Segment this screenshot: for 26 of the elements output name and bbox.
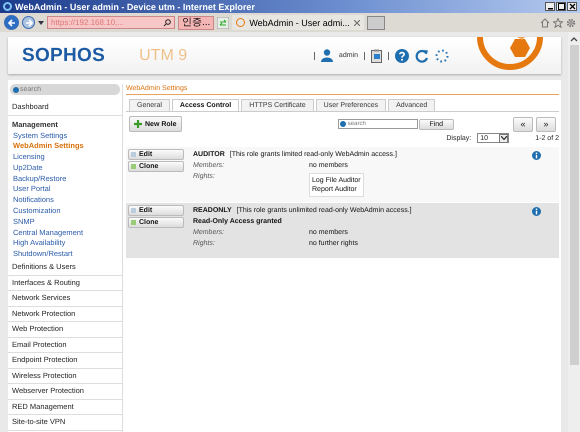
new-tab-button[interactable] bbox=[366, 16, 385, 30]
plus-icon[interactable] bbox=[134, 120, 142, 128]
info-icon[interactable] bbox=[532, 151, 541, 160]
help-icon[interactable] bbox=[395, 48, 409, 62]
refresh-icon[interactable] bbox=[415, 48, 429, 62]
browser-logo-icon bbox=[3, 2, 12, 11]
window-title: WebAdmin - User admin - Device utm - Internet Explorer bbox=[15, 2, 256, 12]
dropdown-arrow-icon[interactable] bbox=[499, 134, 508, 142]
next-page-button[interactable]: » bbox=[536, 116, 556, 132]
home-icon[interactable] bbox=[540, 18, 550, 28]
browser-tab[interactable]: WebAdmin - User admi... bbox=[232, 15, 364, 30]
loading-icon bbox=[435, 48, 449, 62]
certificate-error-button[interactable]: 인증... bbox=[178, 16, 214, 30]
dropdown-icon[interactable] bbox=[38, 20, 44, 24]
user-icon bbox=[320, 49, 333, 62]
product-name: UTM 9 bbox=[139, 46, 188, 64]
info-icon[interactable] bbox=[532, 207, 541, 216]
settings-icon[interactable] bbox=[566, 18, 576, 28]
logo: SOPHOS bbox=[22, 44, 106, 66]
compatibility-icon[interactable] bbox=[217, 16, 230, 28]
previous-page-button[interactable]: « bbox=[513, 116, 534, 132]
clipboard-icon[interactable] bbox=[371, 48, 382, 62]
scrollbar[interactable] bbox=[568, 32, 580, 432]
search-icon[interactable] bbox=[163, 18, 171, 26]
scroll-up-icon[interactable] bbox=[570, 36, 578, 42]
star-icon[interactable] bbox=[553, 18, 563, 28]
